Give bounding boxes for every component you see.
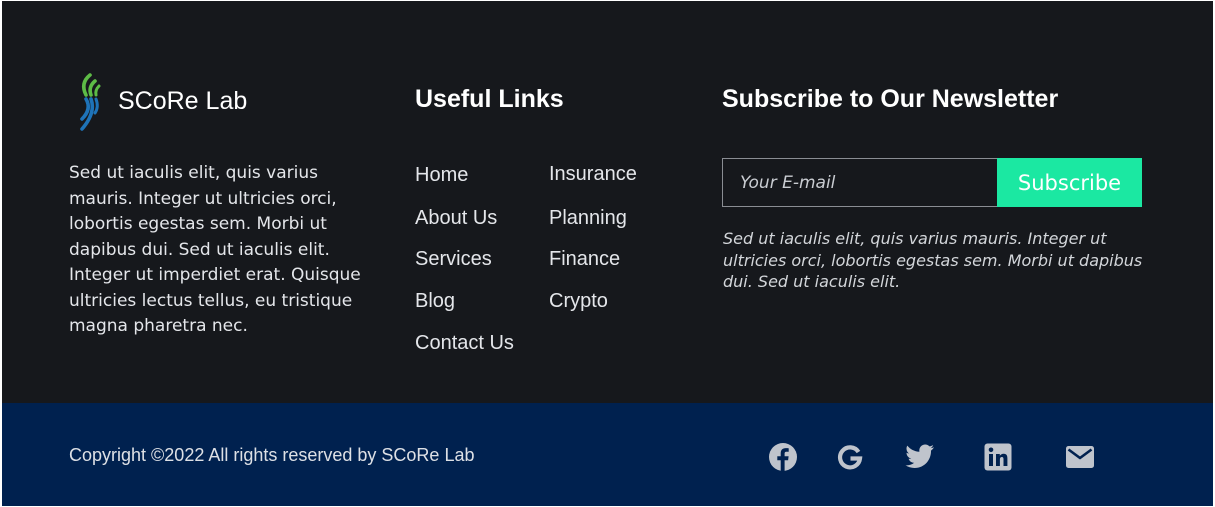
subscribe-button[interactable]: Subscribe bbox=[997, 158, 1142, 207]
linkedin-icon[interactable] bbox=[981, 440, 1015, 474]
link-crypto[interactable]: Crypto bbox=[549, 290, 608, 313]
newsletter-description: Sed ut iaculis elit, quis varius mauris.… bbox=[723, 229, 1143, 291]
link-home[interactable]: Home bbox=[415, 164, 468, 187]
link-finance[interactable]: Finance bbox=[549, 248, 620, 271]
score-lab-logo-icon bbox=[80, 73, 101, 131]
facebook-icon[interactable] bbox=[766, 440, 800, 474]
brand-name: SCoRe Lab bbox=[118, 87, 248, 115]
footer: SCoRe Lab Sed ut iaculis elit, quis vari… bbox=[2, 1, 1213, 506]
email-field[interactable] bbox=[722, 158, 997, 207]
newsletter-heading: Subscribe to Our Newsletter bbox=[722, 85, 1059, 113]
link-planning[interactable]: Planning bbox=[549, 207, 627, 230]
link-blog[interactable]: Blog bbox=[415, 290, 455, 313]
link-insurance[interactable]: Insurance bbox=[549, 163, 637, 186]
copyright-text: Copyright ©2022 All rights reserved by S… bbox=[69, 445, 475, 465]
footer-main: SCoRe Lab Sed ut iaculis elit, quis vari… bbox=[2, 1, 1213, 403]
link-services[interactable]: Services bbox=[415, 248, 492, 271]
google-icon[interactable] bbox=[833, 440, 867, 474]
about-text: Sed ut iaculis elit, quis varius mauris.… bbox=[69, 163, 361, 336]
link-about-us[interactable]: About Us bbox=[415, 207, 497, 230]
useful-links-heading: Useful Links bbox=[415, 85, 564, 113]
newsletter-form: Subscribe bbox=[722, 158, 1142, 207]
link-contact-us[interactable]: Contact Us bbox=[415, 332, 514, 355]
mail-icon[interactable] bbox=[1063, 440, 1097, 474]
twitter-icon[interactable] bbox=[903, 440, 937, 474]
